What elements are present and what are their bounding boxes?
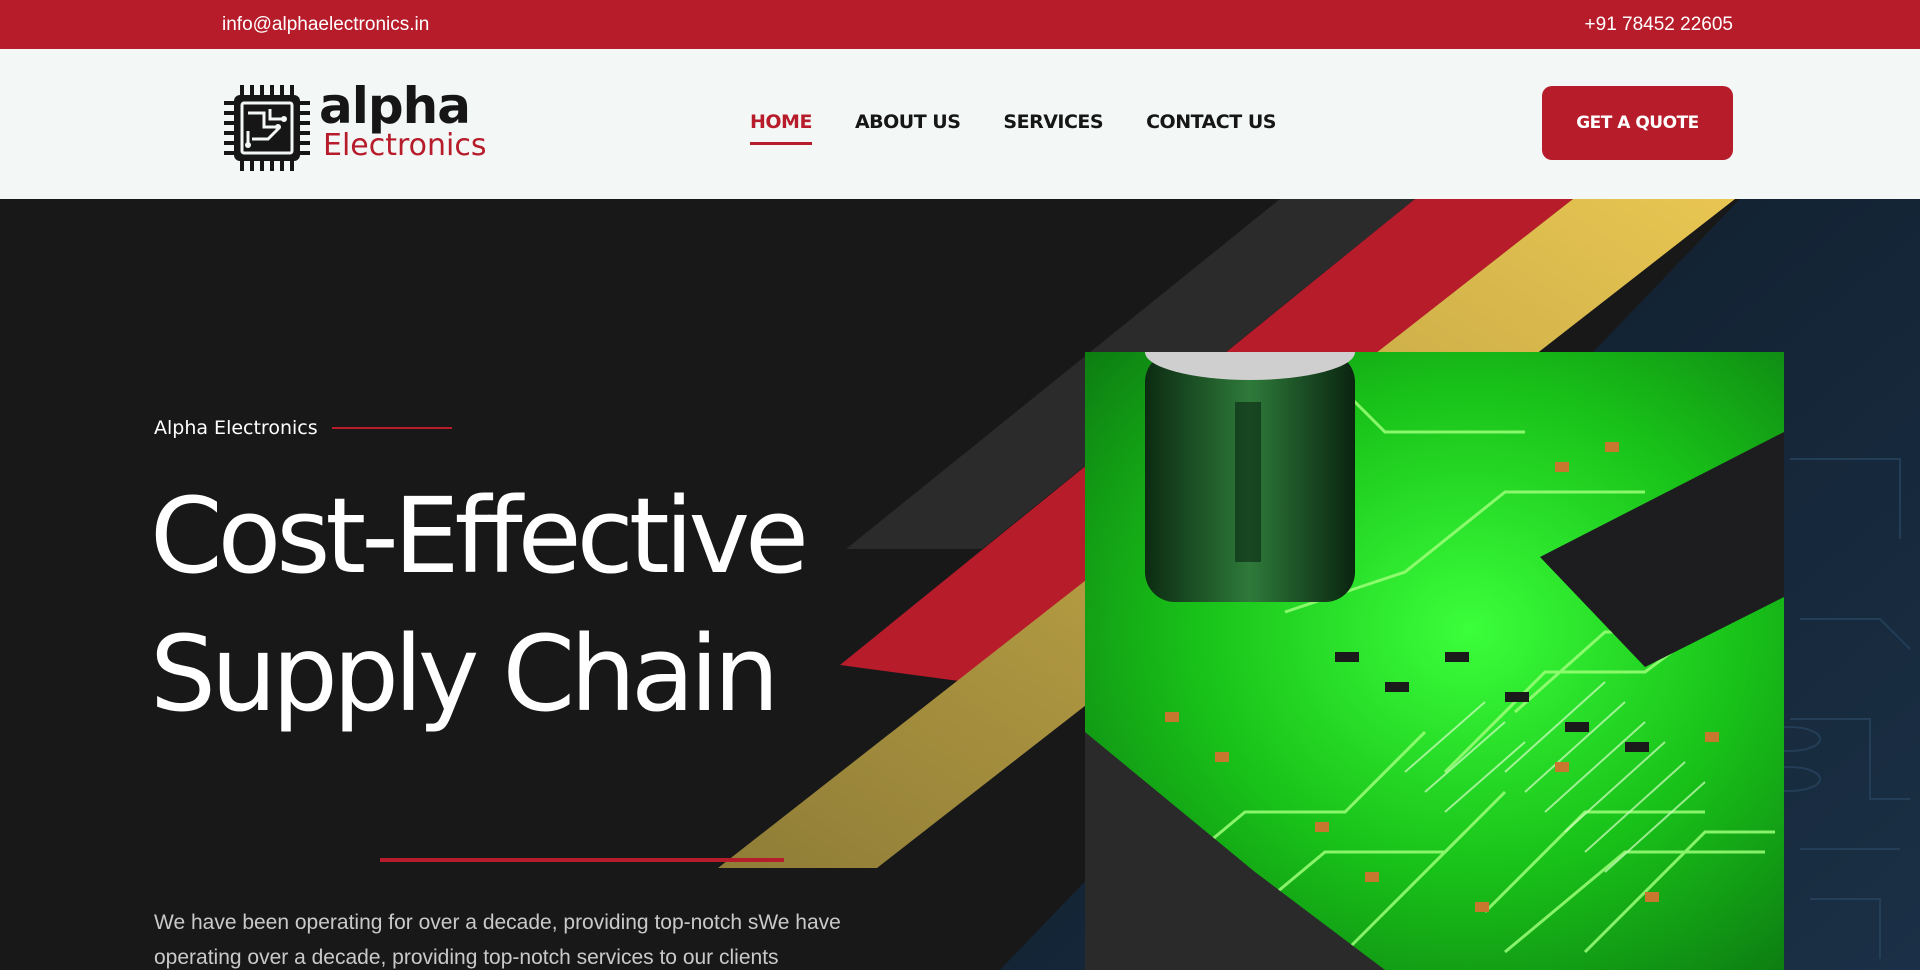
headline-line-1: Cost-Effective: [150, 475, 809, 597]
nav-home[interactable]: HOME: [750, 111, 812, 145]
hero-headline: Cost-Effective Supply Chain: [150, 467, 809, 743]
logo-wordmark: alpha: [319, 77, 471, 135]
top-contact-bar: info@alphaelectronics.in +91 78452 22605: [0, 0, 1920, 49]
circuit-chip-icon: [224, 85, 310, 171]
brand-logo[interactable]: alpha Electronics: [222, 77, 487, 171]
green-circuit-board-photo: [1085, 352, 1784, 970]
nav-contact-us[interactable]: CONTACT US: [1146, 111, 1276, 133]
nav-about-us[interactable]: ABOUT US: [855, 111, 961, 133]
nav-services[interactable]: SERVICES: [1003, 111, 1103, 133]
contact-phone[interactable]: +91 78452 22605: [1585, 14, 1733, 36]
get-a-quote-button[interactable]: GET A QUOTE: [1542, 86, 1733, 160]
contact-email[interactable]: info@alphaelectronics.in: [222, 14, 429, 36]
hero-accent-line: [380, 858, 784, 862]
main-navbar: alpha Electronics HOME ABOUT US SERVICES…: [0, 49, 1920, 199]
eyebrow-divider: [331, 427, 452, 429]
hero-description: We have been operating for over a decade…: [154, 911, 841, 969]
main-menu: HOME ABOUT US SERVICES CONTACT US: [750, 111, 1319, 145]
hero-section: Alpha Electronics Cost-Effective Supply …: [0, 199, 1920, 970]
hero-eyebrow: Alpha Electronics: [154, 417, 452, 439]
logo-subwordmark: Electronics: [323, 128, 487, 163]
headline-line-2: Supply Chain: [150, 613, 780, 735]
